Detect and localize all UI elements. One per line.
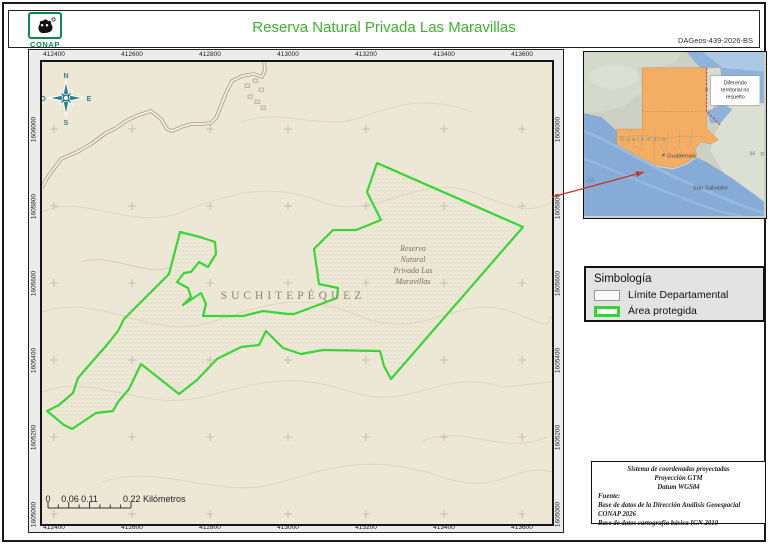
grid-label-x: 413400 (422, 524, 466, 531)
credits-line: Datum WGS84 (598, 484, 759, 493)
inset-city-san-salvador: San Salvador (693, 185, 728, 191)
grid-label-y: 1606000 (31, 108, 40, 152)
main-map: SUCHITEPÉQUEZ Reserva Natural Privada La… (42, 62, 552, 524)
doc-code: DAGeos-439-2026-BS (678, 36, 753, 45)
grid-label-y: 1605200 (555, 416, 564, 460)
grid-label-x: 412800 (188, 51, 232, 58)
credits-line: Base de datos cartografía básica IGN 201… (598, 520, 759, 529)
page-title: Reserva Natural Privada Las Maravillas (9, 19, 759, 36)
inset-map: Diferendo territorial no resuelto G u a … (583, 51, 767, 219)
svg-text:resuelto: resuelto (726, 94, 745, 100)
grid-label-y: 1605000 (31, 493, 40, 537)
grid-label-x: 413400 (422, 51, 466, 58)
legend-item-protected: Área protegida (594, 305, 755, 317)
scale-label-end: 0.22 Kilómetros (123, 494, 186, 504)
grid-label-y: 1605200 (31, 416, 40, 460)
grid-label-y: 1606000 (555, 108, 564, 152)
legend-title: Simbología (594, 273, 755, 285)
scale-label-1: 0.06 (61, 494, 79, 504)
department-boundary-swatch (594, 290, 620, 301)
grid-label-y: 1605400 (31, 339, 40, 383)
map-frame: SUCHITEPÉQUEZ Reserva Natural Privada La… (40, 60, 554, 526)
compass-n: N (63, 73, 68, 80)
grid-label-y: 1605800 (31, 185, 40, 229)
compass-w: O (42, 96, 46, 103)
credits-line: Base de datos de la Dirección Análisis G… (598, 502, 759, 520)
header: CONAP Reserva Natural Privada Las Maravi… (8, 10, 760, 48)
grid-label-x: 412600 (110, 51, 154, 58)
inset-map-svg: Diferendo territorial no resuelto G u a … (584, 52, 764, 216)
inset-city-guatemala: Guatemala (667, 154, 697, 160)
grid-label-x: 413600 (500, 524, 544, 531)
department-label: SUCHITEPÉQUEZ (221, 288, 366, 302)
map-panel: SUCHITEPÉQUEZ Reserva Natural Privada La… (28, 49, 564, 533)
grid-label-x: 413600 (500, 51, 544, 58)
svg-text:Natural: Natural (400, 255, 427, 264)
svg-text:Maravillas: Maravillas (394, 277, 430, 286)
grid-label-y: 1605000 (555, 493, 564, 537)
grid-label-x: 412600 (110, 524, 154, 531)
inset-country-label: G u a t e m a l a (620, 136, 666, 143)
legend-item-label: Área protegida (628, 305, 697, 317)
credits-line: Fuente: (598, 493, 759, 502)
grid-label-y: 1605800 (555, 185, 564, 229)
svg-text:territorial no: territorial no (721, 88, 749, 94)
svg-text:Privada Las: Privada Las (392, 266, 432, 275)
grid-label-y: 1605400 (555, 339, 564, 383)
credits-line: Proyección GTM (598, 475, 759, 484)
grid-label-y: 1605600 (555, 262, 564, 306)
grid-label-x: 413200 (344, 524, 388, 531)
legend-item-department: Límite Departamental (594, 289, 755, 301)
compass-e: E (87, 96, 92, 103)
inset-corner-label: 22t (585, 177, 595, 183)
credits-box: Sistema de coordenadas proyectadas Proye… (591, 461, 766, 524)
grid-label-x: 413000 (266, 524, 310, 531)
map-document: CONAP Reserva Natural Privada Las Maravi… (0, 0, 768, 544)
grid-label-x: 412400 (32, 51, 76, 58)
inset-honduras-label: H o (750, 151, 764, 158)
grid-label-y: 1605600 (31, 262, 40, 306)
conap-logo-text: CONAP (23, 40, 67, 49)
credits-line: Sistema de coordenadas proyectadas (598, 466, 759, 475)
grid-label-x: 413200 (344, 51, 388, 58)
legend-item-label: Límite Departamental (628, 289, 728, 301)
compass-s: S (64, 120, 69, 127)
protected-area-swatch (594, 306, 620, 317)
svg-text:Diferendo: Diferendo (724, 81, 747, 87)
grid-label-x: 412800 (188, 524, 232, 531)
svg-text:Reserva: Reserva (399, 244, 426, 253)
grid-label-x: 413000 (266, 51, 310, 58)
legend: Simbología Límite Departamental Área pro… (584, 266, 765, 322)
